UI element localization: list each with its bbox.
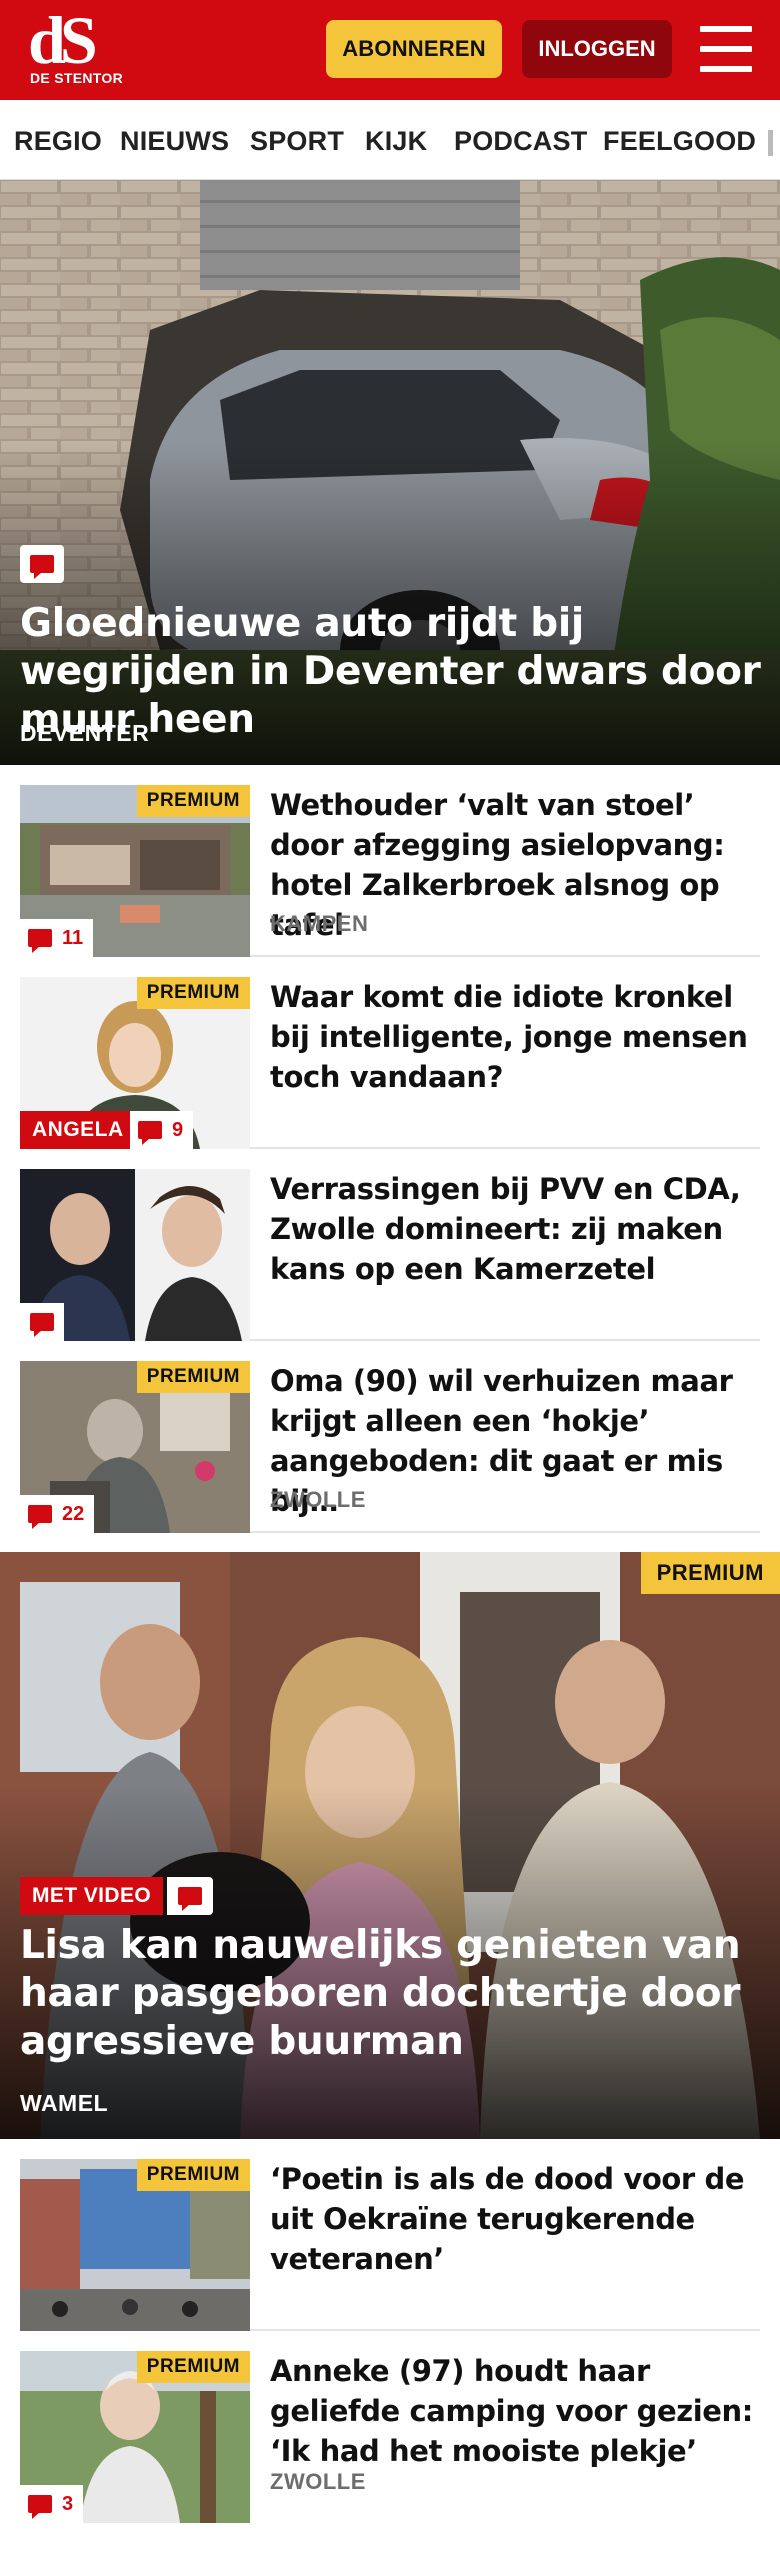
comment-icon (28, 1505, 52, 1529)
article-thumbnail (20, 1169, 250, 1341)
hero-article[interactable]: Gloednieuwe auto rijdt bij wegrijden in … (0, 180, 780, 765)
author-label: ANGELA (20, 1111, 136, 1149)
site-logo[interactable]: dS DE STENTOR (28, 6, 123, 88)
video-tag: MET VIDEO (20, 1877, 214, 1915)
premium-badge: PREMIUM (136, 2159, 250, 2191)
article-thumbnail: PREMIUM 11 (20, 785, 250, 957)
article-location: ZWOLLE (270, 1487, 366, 1512)
comment-icon (20, 545, 64, 583)
article-title[interactable]: Verrassingen bij PVV en CDA, Zwolle domi… (270, 1169, 760, 1289)
article-thumbnail: PREMIUM (20, 2159, 250, 2331)
article-thumbnail: PREMIUM 22 (20, 1361, 250, 1533)
comment-count: 3 (20, 2485, 84, 2523)
nav-item-feelgood[interactable]: FEELGOOD (603, 126, 756, 157)
article-location: ZWOLLE (270, 2469, 366, 2494)
nav-item-regio[interactable]: REGIO (14, 126, 102, 157)
top-header: dS DE STENTOR ABONNEREN INLOGGEN (0, 0, 780, 100)
article-thumbnail: PREMIUM ANGELA 9 (20, 977, 250, 1149)
subscribe-button[interactable]: ABONNEREN (326, 20, 502, 78)
comment-icon (28, 2495, 52, 2519)
list-item[interactable]: PREMIUM 3 Anneke (97) houdt haar geliefd… (20, 2331, 760, 2523)
premium-badge: PREMIUM (136, 785, 250, 817)
nav-overflow-hint (768, 130, 773, 156)
article-title[interactable]: ‘Poetin is als de dood voor de uit Oekra… (270, 2159, 760, 2279)
comment-icon (167, 1877, 214, 1915)
article-thumbnail: PREMIUM 3 (20, 2351, 250, 2523)
hero-location: DEVENTER (20, 720, 150, 746)
article-location: KAMPEN (270, 911, 369, 936)
comment-count: 9 (130, 1111, 194, 1149)
nav-item-podcast[interactable]: PODCAST (454, 126, 587, 157)
comment-icon (20, 1303, 64, 1341)
comment-count: 22 (20, 1495, 95, 1533)
logo-text: DE STENTOR (30, 70, 123, 86)
comment-icon (28, 929, 52, 953)
article-title[interactable]: Anneke (97) houdt haar geliefde camping … (270, 2351, 760, 2471)
comment-icon (138, 1121, 162, 1145)
list-item[interactable]: PREMIUM 22 Oma (90) wil verhuizen maar k… (20, 1341, 760, 1533)
premium-badge: PREMIUM (640, 1552, 780, 1594)
list-item[interactable]: PREMIUM ‘Poetin is als de dood voor de u… (20, 2139, 760, 2331)
hero-article-secondary[interactable]: PREMIUM MET VIDEO Lisa kan nauwelijks ge… (0, 1552, 780, 2139)
hero-title[interactable]: Lisa kan nauwelijks genieten van haar pa… (20, 1922, 765, 2066)
comment-count: 11 (20, 919, 94, 957)
login-button[interactable]: INLOGGEN (522, 20, 672, 78)
hamburger-menu-icon[interactable] (700, 26, 752, 72)
premium-badge: PREMIUM (136, 2351, 250, 2383)
nav-item-nieuws[interactable]: NIEUWS (120, 126, 229, 157)
hero-location: WAMEL (20, 2090, 109, 2116)
list-item[interactable]: PREMIUM 11 Wethouder ‘valt van stoel’ do… (20, 765, 760, 957)
premium-badge: PREMIUM (136, 1361, 250, 1393)
video-label: MET VIDEO (20, 1877, 164, 1915)
list-item[interactable]: Verrassingen bij PVV en CDA, Zwolle domi… (20, 1149, 760, 1341)
article-title[interactable]: Waar komt die idiote kronkel bij intelli… (270, 977, 760, 1097)
list-item[interactable]: PREMIUM ANGELA 9 Waar komt die idiote kr… (20, 957, 760, 1149)
nav-item-sport[interactable]: SPORT (250, 126, 344, 157)
section-nav: REGIO NIEUWS SPORT KIJK PODCAST FEELGOOD (0, 100, 780, 180)
premium-badge: PREMIUM (136, 977, 250, 1009)
logo-mark: dS (28, 2, 98, 78)
nav-item-kijk[interactable]: KIJK (365, 126, 427, 157)
